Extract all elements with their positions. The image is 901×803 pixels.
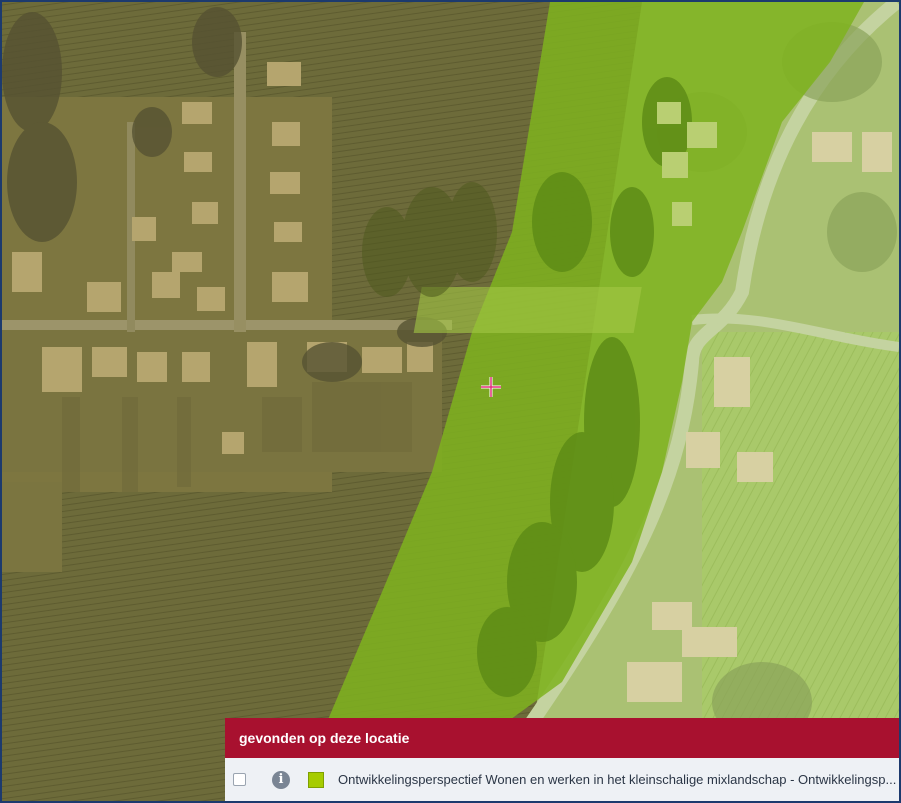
info-icon[interactable]: i [272,770,290,789]
results-panel: gevonden op deze locatie i Ontwikkelings… [225,718,899,801]
layer-swatch [308,771,324,788]
map-canvas[interactable] [2,2,899,801]
result-label[interactable]: Ontwikkelingsperspectief Wonen en werken… [338,772,896,787]
layer-checkbox[interactable] [233,773,246,786]
map-viewer: gevonden op deze locatie i Ontwikkelings… [0,0,901,803]
result-row[interactable]: i Ontwikkelingsperspectief Wonen en werk… [225,758,899,801]
panel-title: gevonden op deze locatie [225,718,899,758]
